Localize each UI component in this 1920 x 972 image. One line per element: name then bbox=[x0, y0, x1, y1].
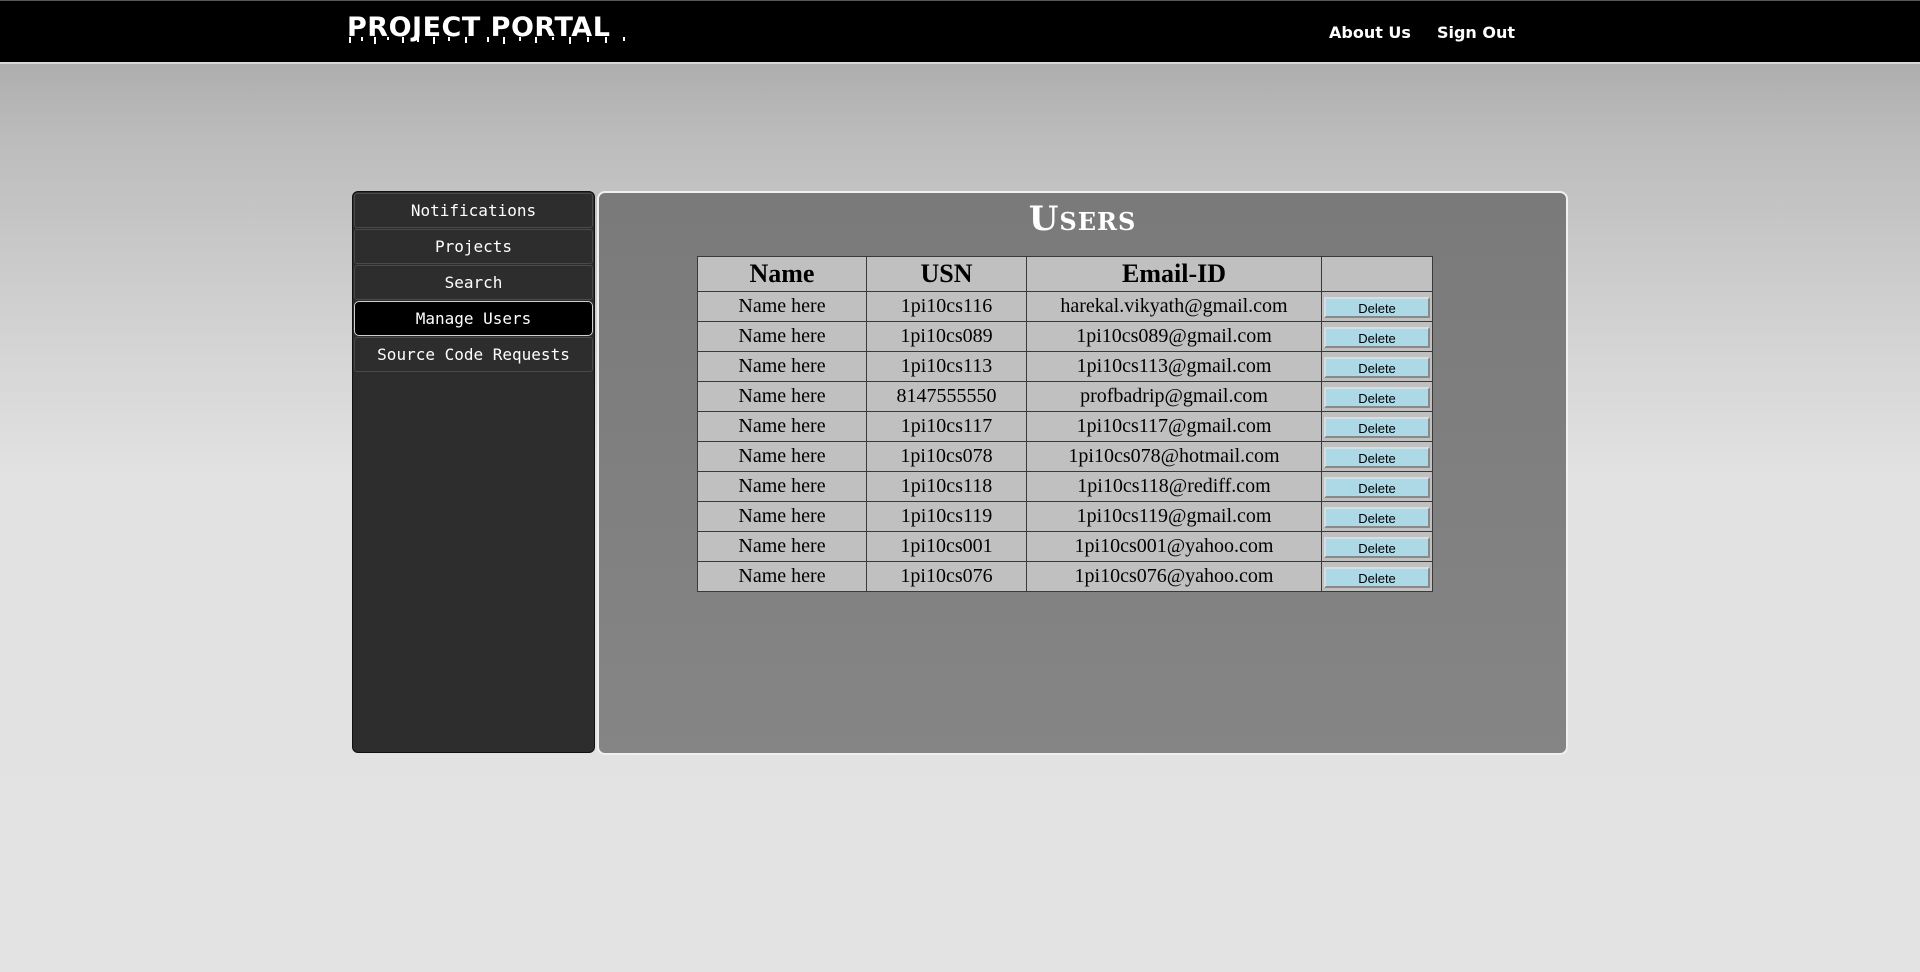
delete-user-button[interactable]: Delete bbox=[1324, 506, 1430, 528]
user-email-cell: 1pi10cs078@hotmail.com bbox=[1026, 441, 1322, 472]
sidebar: Notifications Projects Search Manage Use… bbox=[352, 191, 595, 753]
delete-user-button[interactable]: Delete bbox=[1324, 326, 1430, 348]
table-row: Name here 1pi10cs078 1pi10cs078@hotmail.co… bbox=[697, 441, 1433, 472]
top-bar: PROJECT PORTAL About Us Sign Out bbox=[0, 0, 1920, 64]
user-name-cell: Name here bbox=[697, 501, 867, 532]
sidebar-item-source-code-requests[interactable]: Source Code Requests bbox=[354, 337, 593, 372]
user-name-cell: Name here bbox=[697, 411, 867, 442]
delete-user-button[interactable]: Delete bbox=[1324, 446, 1430, 468]
user-usn-cell: 1pi10cs118 bbox=[866, 471, 1027, 502]
user-email-cell: harekal.vikyath@gmail.com bbox=[1026, 291, 1322, 322]
top-nav: About Us Sign Out bbox=[1329, 23, 1515, 42]
delete-user-button[interactable]: Delete bbox=[1324, 476, 1430, 498]
sidebar-item-search[interactable]: Search bbox=[354, 265, 593, 300]
user-email-cell: 1pi10cs118@rediff.com bbox=[1026, 471, 1322, 502]
user-name-cell: Name here bbox=[697, 381, 867, 412]
user-email-cell: 1pi10cs117@gmail.com bbox=[1026, 411, 1322, 442]
user-name-cell: Name here bbox=[697, 471, 867, 502]
about-us-link[interactable]: About Us bbox=[1329, 23, 1411, 42]
user-email-cell: 1pi10cs113@gmail.com bbox=[1026, 351, 1322, 382]
sidebar-item-manage-users[interactable]: Manage Users bbox=[354, 301, 593, 336]
user-usn-cell: 1pi10cs078 bbox=[866, 441, 1027, 472]
delete-user-button[interactable]: Delete bbox=[1324, 386, 1430, 408]
user-name-cell: Name here bbox=[697, 351, 867, 382]
user-email-cell: 1pi10cs089@gmail.com bbox=[1026, 321, 1322, 352]
column-header-name: Name bbox=[697, 256, 867, 292]
table-header-row: Name USN Email-ID bbox=[697, 256, 1433, 292]
user-name-cell: Name here bbox=[697, 291, 867, 322]
column-header-email: Email-ID bbox=[1026, 256, 1322, 292]
delete-user-button[interactable]: Delete bbox=[1324, 356, 1430, 378]
sidebar-item-projects[interactable]: Projects bbox=[354, 229, 593, 264]
user-name-cell: Name here bbox=[697, 441, 867, 472]
user-usn-cell: 1pi10cs113 bbox=[866, 351, 1027, 382]
user-usn-cell: 1pi10cs116 bbox=[866, 291, 1027, 322]
user-name-cell: Name here bbox=[697, 561, 867, 592]
user-email-cell: 1pi10cs119@gmail.com bbox=[1026, 501, 1322, 532]
user-email-cell: 1pi10cs076@yahoo.com bbox=[1026, 561, 1322, 592]
main-content-panel: Users Name USN Email-ID Name here 1pi10cs… bbox=[597, 191, 1568, 755]
logo-drip-decoration bbox=[349, 37, 625, 44]
delete-user-button[interactable]: Delete bbox=[1324, 536, 1430, 558]
user-actions-cell: Delete bbox=[1321, 291, 1433, 322]
table-row: Name here 1pi10cs113 1pi10cs113@gmail.com D… bbox=[697, 351, 1433, 382]
user-name-cell: Name here bbox=[697, 321, 867, 352]
users-table: Name USN Email-ID Name here 1pi10cs116 har… bbox=[697, 256, 1433, 592]
user-actions-cell: Delete bbox=[1321, 321, 1433, 352]
user-actions-cell: Delete bbox=[1321, 471, 1433, 502]
user-usn-cell: 1pi10cs076 bbox=[866, 561, 1027, 592]
table-row: Name here 1pi10cs076 1pi10cs076@yahoo.com D… bbox=[697, 561, 1433, 592]
user-usn-cell: 8147555550 bbox=[866, 381, 1027, 412]
table-row: Name here 1pi10cs089 1pi10cs089@gmail.com D… bbox=[697, 321, 1433, 352]
table-row: Name here 1pi10cs117 1pi10cs117@gmail.com D… bbox=[697, 411, 1433, 442]
user-actions-cell: Delete bbox=[1321, 411, 1433, 442]
user-usn-cell: 1pi10cs117 bbox=[866, 411, 1027, 442]
user-email-cell: 1pi10cs001@yahoo.com bbox=[1026, 531, 1322, 562]
user-actions-cell: Delete bbox=[1321, 351, 1433, 382]
delete-user-button[interactable]: Delete bbox=[1324, 296, 1430, 318]
table-row: Name here 8147555550 profbadrip@gmail.com D… bbox=[697, 381, 1433, 412]
user-usn-cell: 1pi10cs119 bbox=[866, 501, 1027, 532]
user-usn-cell: 1pi10cs001 bbox=[866, 531, 1027, 562]
user-usn-cell: 1pi10cs089 bbox=[866, 321, 1027, 352]
sign-out-link[interactable]: Sign Out bbox=[1437, 23, 1515, 42]
delete-user-button[interactable]: Delete bbox=[1324, 566, 1430, 588]
user-actions-cell: Delete bbox=[1321, 441, 1433, 472]
table-row: Name here 1pi10cs119 1pi10cs119@gmail.com D… bbox=[697, 501, 1433, 532]
user-actions-cell: Delete bbox=[1321, 561, 1433, 592]
user-actions-cell: Delete bbox=[1321, 501, 1433, 532]
column-header-actions bbox=[1321, 256, 1433, 292]
user-email-cell: profbadrip@gmail.com bbox=[1026, 381, 1322, 412]
table-row: Name here 1pi10cs118 1pi10cs118@rediff.com… bbox=[697, 471, 1433, 502]
table-row: Name here 1pi10cs001 1pi10cs001@yahoo.com D… bbox=[697, 531, 1433, 562]
user-actions-cell: Delete bbox=[1321, 381, 1433, 412]
page-title: Users bbox=[1028, 199, 1137, 239]
delete-user-button[interactable]: Delete bbox=[1324, 416, 1430, 438]
sidebar-item-notifications[interactable]: Notifications bbox=[354, 193, 593, 228]
user-name-cell: Name here bbox=[697, 531, 867, 562]
column-header-usn: USN bbox=[866, 256, 1027, 292]
table-row: Name here 1pi10cs116 harekal.vikyath@gmail… bbox=[697, 291, 1433, 322]
user-actions-cell: Delete bbox=[1321, 531, 1433, 562]
